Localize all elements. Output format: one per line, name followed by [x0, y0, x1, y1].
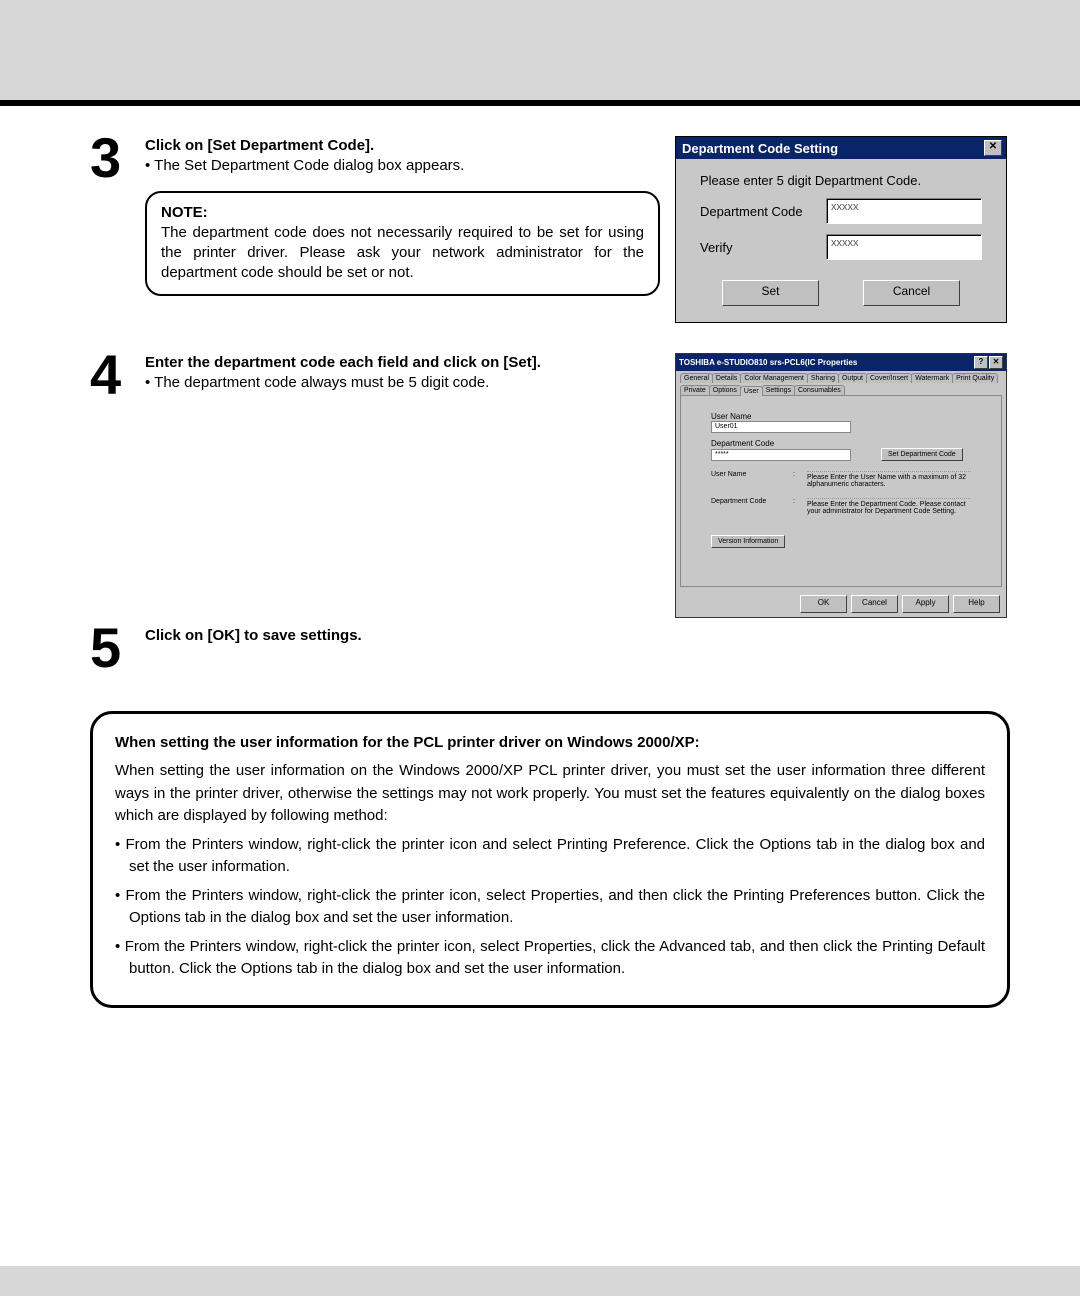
verify-label: Verify — [700, 240, 810, 255]
tab-printquality[interactable]: Print Quality — [952, 373, 998, 383]
tab-row-2: Private Options User Settings Consumable… — [680, 385, 1002, 395]
dept-code-input[interactable]: xxxxx — [826, 198, 982, 224]
cancel-button[interactable]: Cancel — [851, 595, 898, 613]
step-4-bullet: The department code always must be 5 dig… — [145, 373, 660, 393]
username-input[interactable]: User01 — [711, 421, 851, 433]
step-number-5: 5 — [90, 626, 130, 671]
dlg2-title-text: TOSHIBA e-STUDIO810 srs-PCL6(IC Properti… — [679, 358, 857, 367]
tab-general[interactable]: General — [680, 373, 713, 383]
desc-dept-text: Please Enter the Department Code. Please… — [807, 498, 971, 515]
tab-details[interactable]: Details — [712, 373, 741, 383]
ok-button[interactable]: OK — [800, 595, 847, 613]
tab-private[interactable]: Private — [680, 385, 710, 395]
step-4-row: 4 Enter the department code each field a… — [90, 353, 1010, 618]
cancel-button[interactable]: Cancel — [863, 280, 960, 306]
apply-button[interactable]: Apply — [902, 595, 949, 613]
help-icon[interactable]: ? — [974, 356, 988, 369]
tab-consumables[interactable]: Consumables — [794, 385, 845, 395]
verify-input[interactable]: xxxxx — [826, 234, 982, 260]
step-5-title: Click on [OK] to save settings. — [145, 626, 660, 646]
step-3-row: 3 Click on [Set Department Code]. The Se… — [90, 136, 1010, 323]
close-icon[interactable]: ✕ — [989, 356, 1003, 369]
tab-row-1: General Details Color Management Sharing… — [680, 373, 1002, 383]
username-label: User Name — [711, 412, 971, 421]
tab-options[interactable]: Options — [709, 385, 741, 395]
dept-code-dialog: Department Code Setting ✕ Please enter 5… — [675, 136, 1007, 323]
version-info-button[interactable]: Version Information — [711, 535, 785, 548]
info-box-para: When setting the user information on the… — [115, 760, 985, 828]
set-dept-code-button[interactable]: Set Department Code — [881, 448, 963, 461]
manual-page: Installing User Software on a Windows Co… — [0, 106, 1080, 1266]
step-3-bullet: The Set Department Code dialog box appea… — [145, 156, 660, 176]
note-text: The department code does not necessarily… — [161, 223, 644, 284]
dlg1-prompt: Please enter 5 digit Department Code. — [700, 173, 982, 188]
info-item-1: From the Printers window, right-click th… — [115, 834, 985, 879]
step-5-row: 5 Click on [OK] to save settings. — [90, 626, 1010, 671]
info-box: When setting the user information for th… — [90, 711, 1010, 1008]
step-number-3: 3 — [90, 136, 130, 296]
desc-dept-label: Department Code — [711, 498, 781, 515]
step-3-title: Click on [Set Department Code]. — [145, 136, 660, 156]
tab-sharing[interactable]: Sharing — [807, 373, 839, 383]
tab-settings[interactable]: Settings — [762, 385, 795, 395]
user-tab-panel: User Name User01 Department Code ***** S… — [680, 395, 1002, 587]
desc-username-text: Please Enter the User Name with a maximu… — [807, 471, 971, 488]
desc-username-label: User Name — [711, 471, 781, 488]
deptcode-input[interactable]: ***** — [711, 449, 851, 461]
tab-colormgmt[interactable]: Color Management — [740, 373, 808, 383]
info-box-title: When setting the user information for th… — [115, 732, 985, 755]
dept-code-label: Department Code — [700, 204, 810, 219]
printer-properties-dialog: TOSHIBA e-STUDIO810 srs-PCL6(IC Properti… — [675, 353, 1007, 618]
note-label: NOTE: — [161, 203, 644, 223]
set-button[interactable]: Set — [722, 280, 819, 306]
tab-user[interactable]: User — [740, 386, 763, 396]
deptcode-label: Department Code — [711, 439, 971, 448]
step-4-title: Enter the department code each field and… — [145, 353, 660, 373]
tab-watermark[interactable]: Watermark — [911, 373, 953, 383]
info-item-2: From the Printers window, right-click th… — [115, 885, 985, 930]
info-item-3: From the Printers window, right-click th… — [115, 936, 985, 981]
help-button[interactable]: Help — [953, 595, 1000, 613]
dlg1-title-text: Department Code Setting — [682, 141, 838, 156]
tab-output[interactable]: Output — [838, 373, 867, 383]
close-icon[interactable]: ✕ — [984, 140, 1002, 156]
tab-coverinsert[interactable]: Cover/Insert — [866, 373, 912, 383]
note-box: NOTE: The department code does not neces… — [145, 191, 660, 296]
step-number-4: 4 — [90, 353, 130, 398]
